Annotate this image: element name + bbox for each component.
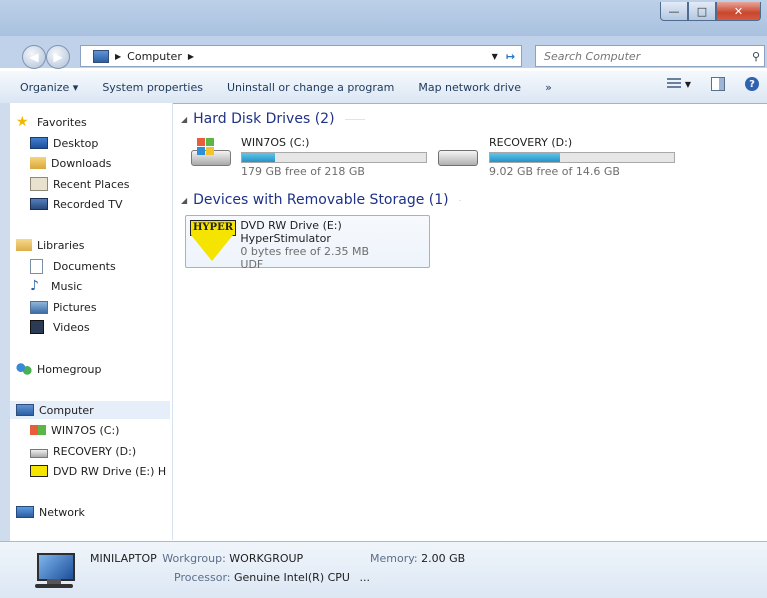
collapse-icon[interactable]: ◢ [181,196,187,205]
forward-button[interactable]: ▶ [46,45,70,69]
refresh-icon[interactable]: ↦ [506,50,515,63]
network-icon [16,506,34,518]
drive-c[interactable]: WIN7OS (C:) 179 GB free of 218 GB [187,136,427,178]
search-box[interactable]: ⚲ [535,45,765,67]
organize-button[interactable]: Organize ▾ [0,81,90,94]
nav-downloads[interactable]: Downloads [30,154,111,172]
view-dropdown-icon[interactable]: ▼ [685,80,691,89]
drive-c-free: 179 GB free of 218 GB [241,165,365,178]
hard-drive-icon [435,136,479,170]
computer-icon [16,404,34,416]
computer-icon [93,49,109,63]
computer-name: MINILAPTOP [90,552,157,565]
drive-e[interactable]: HYPER DVD RW Drive (E:) HyperStimulator … [185,215,430,271]
history-dropdown-icon[interactable]: ▼ [492,52,498,61]
preview-pane-icon[interactable] [711,77,725,91]
back-button[interactable]: ◀ [22,45,46,69]
window-controls: — □ ✕ [660,2,761,21]
drive-e-name: DVD RW Drive (E:) HyperStimulator [240,219,342,245]
nav-desktop[interactable]: Desktop [30,134,98,152]
search-input[interactable] [542,48,726,64]
nav-computer[interactable]: Computer [10,401,170,419]
content-pane: ◢ Hard Disk Drives (2) WIN7OS (C:) 179 G… [173,103,767,540]
details-pane: MINILAPTOP Workgroup: WORKGROUP Memory: … [0,541,767,598]
hyper-drive-icon [30,465,48,477]
group-title-hdd: Hard Disk Drives (2) [193,111,335,127]
pane-edge [0,103,10,541]
change-view-icon[interactable] [666,78,681,90]
recent-places-icon [30,177,48,191]
computer-large-icon [33,551,75,589]
close-button[interactable]: ✕ [716,2,761,21]
back-arrow-icon: ◀ [29,50,39,64]
processor-value: Genuine Intel(R) CPU [234,571,350,584]
address-row: ◀ ▶ ▶ Computer ▶ ▼ ↦ ⚲ [0,36,767,69]
nav-recent-places[interactable]: Recent Places [30,175,130,193]
memory-label: Memory: [370,552,418,565]
collapse-icon[interactable]: ◢ [181,115,187,124]
maximize-button[interactable]: □ [688,2,716,21]
hyper-logo-text: HYPER [190,220,236,236]
pictures-icon [30,300,48,314]
explorer-window: — □ ✕ ◀ ▶ ▶ Computer ▶ ▼ ↦ ⚲ Organize ▾ … [0,0,767,598]
nav-network[interactable]: Network [16,503,85,521]
drive-c-name: WIN7OS (C:) [241,136,310,149]
help-icon[interactable]: ? [745,77,759,91]
breadcrumb-computer[interactable]: Computer [127,50,182,63]
nav-music[interactable]: ♪ Music [30,277,82,295]
title-bar: — □ ✕ [0,0,767,36]
group-removable-storage[interactable]: ◢ Devices with Removable Storage (1) [181,192,461,208]
drive-e-fs: UDF [240,258,264,271]
documents-icon [30,258,43,274]
map-network-drive-button[interactable]: Map network drive [406,81,533,94]
drive-d-usage-bar [489,152,675,163]
search-icon[interactable]: ⚲ [752,50,760,63]
libraries-icon [16,239,32,251]
nav-pictures[interactable]: Pictures [30,298,97,316]
drive-d[interactable]: RECOVERY (D:) 9.02 GB free of 14.6 GB [435,136,675,178]
nav-drive-d[interactable]: RECOVERY (D:) [30,442,136,460]
nav-recorded-tv[interactable]: Recorded TV [30,195,123,213]
processor-more: ... [359,571,370,584]
music-icon: ♪ [30,278,39,294]
nav-libraries[interactable]: Libraries [16,236,85,254]
windows-drive-icon [30,425,46,435]
nav-drive-e[interactable]: DVD RW Drive (E:) H [30,462,166,480]
nav-videos[interactable]: Videos [30,318,90,336]
desktop-icon [30,137,48,149]
star-icon: ★ [16,114,29,130]
command-bar: Organize ▾ System properties Uninstall o… [0,70,767,104]
workgroup-value: WORKGROUP [229,552,304,565]
hyper-drive-icon: HYPER [190,220,236,264]
nav-drive-c[interactable]: WIN7OS (C:) [30,421,119,439]
minimize-button[interactable]: — [660,2,688,21]
drive-d-name: RECOVERY (D:) [489,136,573,149]
memory-value: 2.00 GB [421,552,466,565]
processor-label: Processor: [174,571,231,584]
drive-d-usage-fill [490,153,560,162]
group-hard-disk-drives[interactable]: ◢ Hard Disk Drives (2) [181,111,365,127]
toolbar-right: ▼ ? [666,77,767,91]
uninstall-program-button[interactable]: Uninstall or change a program [215,81,406,94]
forward-arrow-icon: ▶ [53,50,63,64]
drive-e-free: 0 bytes free of 2.35 MB [240,245,370,258]
nav-favorites[interactable]: ★ Favorites [16,113,87,131]
videos-icon [30,320,44,334]
nav-documents[interactable]: Documents [30,257,116,275]
more-commands-button[interactable]: » [533,81,564,94]
group-title-removable: Devices with Removable Storage (1) [193,192,449,208]
homegroup-icon [16,362,32,376]
recorded-tv-icon [30,198,48,210]
downloads-folder-icon [30,157,46,169]
address-bar[interactable]: ▶ Computer ▶ ▼ ↦ [80,45,522,67]
drive-c-usage-fill [242,153,276,162]
nav-homegroup[interactable]: Homegroup [16,360,101,378]
system-properties-button[interactable]: System properties [90,81,215,94]
drive-d-free: 9.02 GB free of 14.6 GB [489,165,620,178]
hard-drive-icon [30,448,48,458]
workgroup-label: Workgroup: [162,552,226,565]
navigation-pane: ★ Favorites Desktop Downloads Recent Pla… [10,103,173,540]
windows-drive-icon [187,136,231,170]
drive-c-usage-bar [241,152,427,163]
